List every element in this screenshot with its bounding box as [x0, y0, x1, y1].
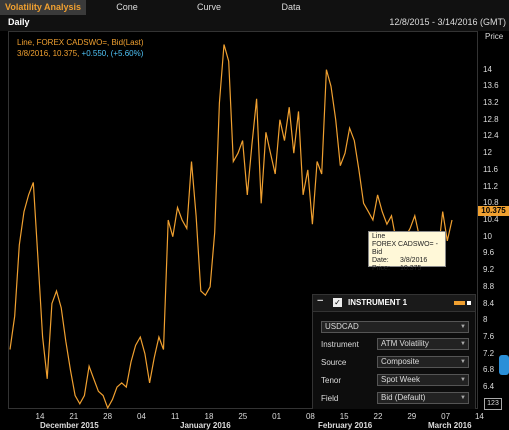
- x-tick-label: 28: [103, 412, 113, 421]
- x-month-label: December 2015: [40, 421, 99, 430]
- x-month-label: March 2016: [428, 421, 472, 430]
- source-label: Source: [321, 358, 347, 367]
- x-tick-label: 11: [171, 412, 180, 421]
- y-tick-label: 10.4: [483, 215, 499, 224]
- legend-value: 10.375,: [52, 49, 80, 58]
- x-tick-label: 22: [373, 412, 383, 421]
- instrument-panel-header: − ✓ INSTRUMENT 1: [313, 295, 475, 312]
- legend-values: 3/8/2016, 10.375, +0.550, (+5.60%): [17, 48, 143, 59]
- y-tick-label: 12: [483, 148, 492, 158]
- field-label: Field: [321, 394, 339, 403]
- instrument-panel: − ✓ INSTRUMENT 1 USDCAD ▼ Instrument ATM …: [312, 294, 476, 410]
- side-panel-icon[interactable]: [499, 355, 509, 375]
- instrument-title: INSTRUMENT 1: [348, 298, 408, 307]
- instrument-label: Instrument: [321, 340, 359, 349]
- y-tick-label: 8.8: [483, 281, 495, 291]
- x-tick-label: 15: [339, 412, 349, 421]
- visibility-checkbox[interactable]: ✓: [333, 298, 342, 307]
- symbol-select[interactable]: USDCAD ▼: [321, 321, 469, 333]
- tooltip-series: FOREX CADSWO= - Bid: [372, 241, 438, 256]
- legend-change: +0.550, (+5.60%): [81, 49, 144, 58]
- collapse-icon[interactable]: −: [317, 295, 323, 307]
- y-tick-label: 11.6: [483, 164, 498, 174]
- line-color-swatch[interactable]: [454, 301, 465, 305]
- scale-toggle[interactable]: 123: [484, 398, 502, 410]
- chevron-down-icon: ▼: [460, 377, 466, 383]
- chevron-down-icon: ▼: [460, 395, 466, 401]
- y-tick-label: 6.8: [483, 365, 495, 375]
- tooltip-price-row: Price: 10.375: [372, 265, 422, 272]
- x-tick-label: 21: [69, 412, 79, 421]
- x-tick-label: 18: [204, 412, 214, 421]
- y-tick-label: 13.6: [483, 81, 499, 91]
- source-select[interactable]: Composite ▼: [377, 356, 469, 368]
- y-tick-label: 10: [483, 231, 492, 241]
- y-tick-label: 8.4: [483, 298, 495, 308]
- chevron-down-icon: ▼: [460, 359, 466, 365]
- legend-date: 3/8/2016,: [17, 49, 51, 58]
- x-tick-label: 08: [305, 412, 315, 421]
- x-tick-label: 25: [238, 412, 248, 421]
- legend-series-name: Line, FOREX CADSWO=, Bid(Last): [17, 38, 144, 47]
- tenor-select[interactable]: Spot Week ▼: [377, 374, 469, 386]
- y-axis-title: Price: [485, 32, 504, 41]
- y-tick-label: 13.2: [483, 98, 499, 108]
- x-tick-label: 04: [136, 412, 146, 421]
- x-tick-label: 07: [441, 412, 451, 421]
- x-tick-label: 14: [474, 412, 484, 421]
- x-tick-label: 14: [35, 412, 45, 421]
- y-tick-label: 6.4: [483, 382, 495, 392]
- data-tooltip: Line FOREX CADSWO= - Bid Date: 3/8/2016 P…: [368, 231, 446, 272]
- y-tick-label: 14: [483, 64, 492, 74]
- x-tick-label: 29: [407, 412, 417, 421]
- y-tick-label: 9.6: [483, 248, 495, 258]
- x-tick-label: 01: [272, 412, 282, 421]
- chart-legend: Line, FOREX CADSWO=, Bid(Last) 3/8/2016,…: [17, 37, 143, 59]
- chevron-down-icon: ▼: [460, 324, 466, 330]
- y-tick-label: 11.2: [483, 181, 498, 191]
- x-month-label: February 2016: [318, 421, 373, 430]
- y-tick-label: 12.8: [483, 114, 499, 124]
- instrument-select[interactable]: ATM Volatility ▼: [377, 338, 469, 350]
- y-tick-label: 7.6: [483, 331, 495, 341]
- y-tick-label: 7.2: [483, 348, 495, 358]
- last-value-marker: 10.375: [478, 206, 509, 216]
- x-month-label: January 2016: [180, 421, 231, 430]
- y-tick-label: 9.2: [483, 265, 495, 275]
- tenor-label: Tenor: [321, 376, 342, 385]
- color-swatch-secondary[interactable]: [467, 301, 471, 305]
- y-tick-label: 12.4: [483, 131, 499, 141]
- field-select[interactable]: Bid (Default) ▼: [377, 392, 469, 404]
- tooltip-date-row: Date: 3/8/2016: [372, 257, 428, 264]
- chevron-down-icon: ▼: [460, 341, 466, 347]
- x-axis: 14 21 28 04 11 18 25 01 08 15 22 29 07 14 December 201…: [8, 409, 484, 430]
- tooltip-title: Line: [372, 233, 386, 240]
- y-tick-label: 8: [483, 315, 488, 325]
